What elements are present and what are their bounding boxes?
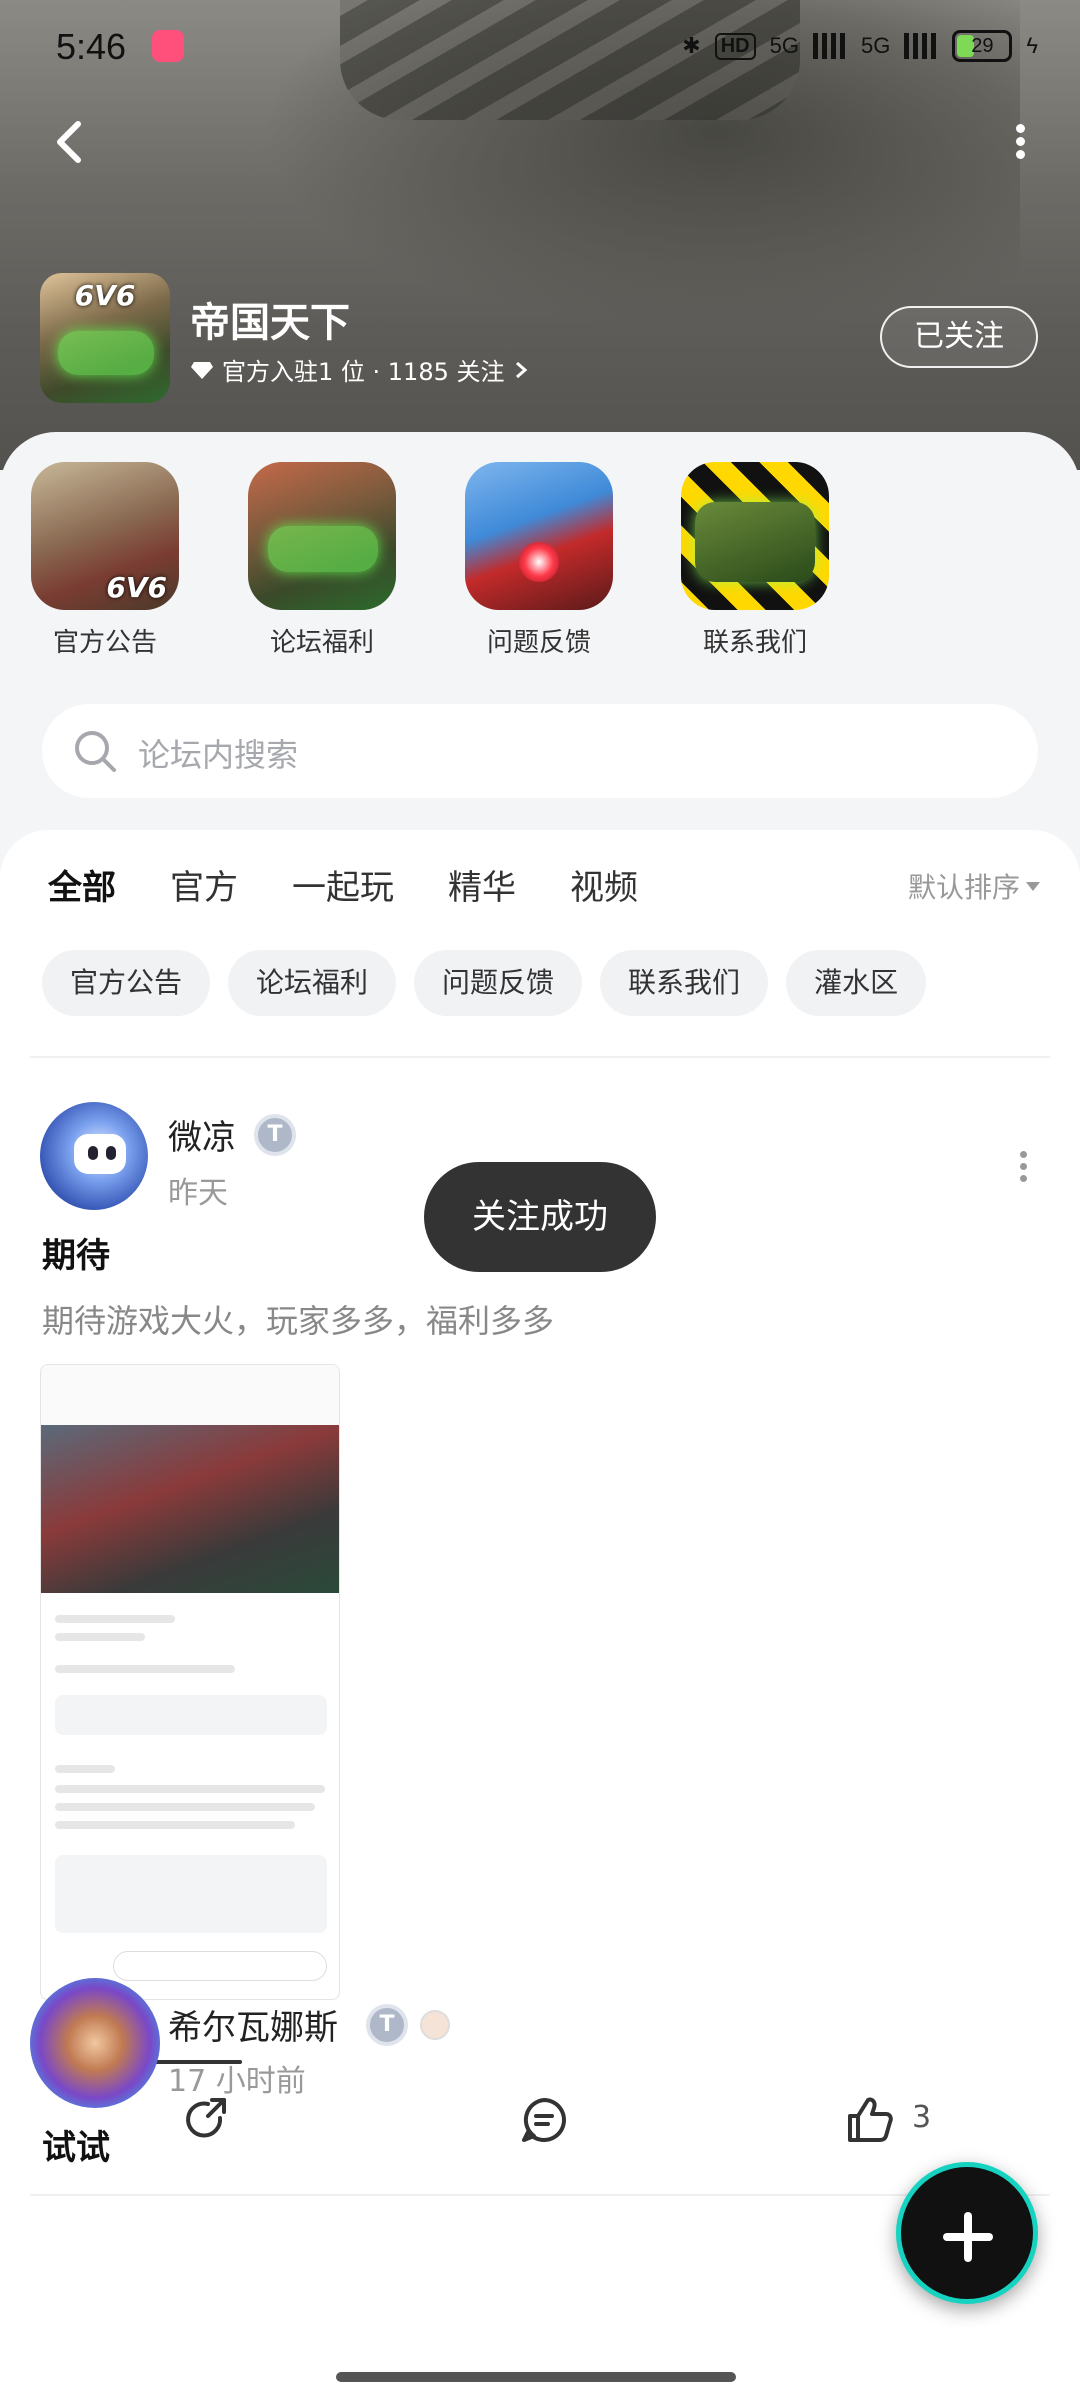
network-label-2: 5G (860, 33, 891, 58)
sort-label: 默认排序 (907, 871, 1020, 904)
chip-contact[interactable]: 联系我们 (600, 950, 769, 1016)
tab-official[interactable]: 官方 (170, 860, 238, 920)
post-username[interactable]: 希尔瓦娜斯 (168, 2000, 338, 2049)
post-more-button[interactable] (1018, 1146, 1028, 1187)
chip-announcements[interactable]: 官方公告 (42, 950, 211, 1016)
shortcut-label: 问题反馈 (486, 628, 591, 658)
battery-level: 29 (971, 35, 994, 57)
home-indicator[interactable] (336, 2372, 736, 2382)
verified-badge-icon: T (366, 2004, 408, 2046)
share-icon[interactable] (180, 2092, 236, 2148)
shortcut-announcements[interactable]: 6V6 官方公告 (30, 462, 180, 659)
game-icon-label: 6V6 (74, 279, 136, 312)
shortcut-contact[interactable]: 联系我们 (680, 462, 830, 659)
chip-feedback[interactable]: 问题反馈 (414, 950, 583, 1016)
shortcut-announcements-image: 6V6 (31, 462, 179, 610)
sort-dropdown[interactable]: 默认排序 (908, 866, 1040, 906)
follow-button[interactable]: 已关注 (880, 306, 1038, 368)
post-time: 昨天 (168, 1176, 228, 1211)
avatar[interactable] (30, 1978, 160, 2108)
chip-chat[interactable]: 灌水区 (786, 950, 927, 1016)
shortcut-feedback[interactable]: 问题反馈 (464, 462, 614, 659)
tab-video[interactable]: 视频 (570, 860, 638, 920)
emoji-badge-icon (420, 2010, 450, 2040)
shortcut-contact-image (681, 462, 829, 610)
status-time: 5:46 (56, 26, 127, 67)
more-options-button[interactable] (1010, 120, 1030, 160)
hd-badge: HD (714, 32, 756, 60)
notification-app-icon (152, 30, 184, 62)
bluetooth-icon: ✱ (682, 33, 701, 58)
tab-all[interactable]: 全部 (48, 860, 116, 926)
back-button[interactable] (50, 112, 90, 172)
avatar[interactable] (40, 1102, 148, 1210)
post-actions: 3 (0, 2078, 1080, 2158)
signal-icon-1 (812, 33, 847, 59)
tab-play-together[interactable]: 一起玩 (292, 860, 394, 920)
charging-icon: ϟ (1026, 33, 1038, 58)
shortcut-feedback-image (465, 462, 613, 610)
toast-message: 关注成功 (424, 1162, 656, 1272)
caret-down-icon (1026, 881, 1040, 891)
comment-icon[interactable] (516, 2092, 572, 2148)
chip-benefits[interactable]: 论坛福利 (228, 950, 397, 1016)
shortcut-label: 官方公告 (52, 628, 157, 658)
feed-tabs: 全部 官方 一起玩 精华 视频 (48, 860, 638, 926)
like-count: 3 (912, 2100, 932, 2135)
network-label-1: 5G (769, 33, 799, 58)
search-icon (75, 731, 116, 772)
chevron-right-icon (515, 361, 527, 378)
verified-badge-icon: T (254, 1114, 296, 1156)
game-meta[interactable]: 官方入驻1 位 · 1185 关注 (190, 352, 529, 387)
status-icons: ✱ HD 5G 5G 29 ϟ (682, 30, 1038, 62)
divider (30, 1056, 1050, 1058)
divider (30, 2194, 1050, 2196)
post-title[interactable]: 期待 (42, 1228, 110, 1277)
search-placeholder: 论坛内搜索 (138, 736, 299, 774)
shortcut-row: 6V6 官方公告 论坛福利 问题反馈 联系我们 (0, 462, 1080, 662)
shortcut-announcements-tag: 6V6 (106, 571, 167, 604)
shortcut-benefits[interactable]: 论坛福利 (247, 462, 397, 659)
category-chips: 官方公告 论坛福利 问题反馈 联系我们 灌水区 (42, 950, 927, 1016)
post-title[interactable]: 试试 (42, 2120, 110, 2169)
forum-search-input[interactable]: 论坛内搜索 (42, 704, 1038, 798)
game-title: 帝国天下 (190, 300, 350, 346)
forum-sheet: 6V6 官方公告 论坛福利 问题反馈 联系我们 论坛内搜索 全部 官方 一起玩 … (0, 432, 1080, 2400)
battery-icon: 29 (952, 30, 1013, 62)
shortcut-benefits-image (248, 462, 396, 610)
post-body[interactable]: 期待游戏大火，玩家多多，福利多多 (42, 1296, 554, 1342)
create-post-button[interactable] (896, 2162, 1038, 2304)
diamond-icon (191, 361, 213, 379)
signal-icon-2 (904, 33, 939, 59)
post-username[interactable]: 微凉 (168, 1110, 236, 1159)
like-icon[interactable] (842, 2092, 898, 2148)
game-meta-text: 官方入驻1 位 · 1185 关注 (222, 358, 505, 386)
tab-featured[interactable]: 精华 (448, 860, 516, 920)
feed-panel: 全部 官方 一起玩 精华 视频 默认排序 官方公告 论坛福利 问题反馈 联系我们… (0, 830, 1080, 2400)
shortcut-label: 论坛福利 (269, 628, 374, 658)
game-icon: 6V6 (40, 273, 170, 403)
post-time: 17 小时前 (168, 2064, 306, 2099)
post-image-screenshot[interactable] (40, 1364, 340, 2000)
status-bar: 5:46 ✱ HD 5G 5G 29 ϟ (0, 0, 1080, 100)
chevron-left-icon (57, 121, 81, 163)
shortcut-label: 联系我们 (702, 628, 807, 658)
